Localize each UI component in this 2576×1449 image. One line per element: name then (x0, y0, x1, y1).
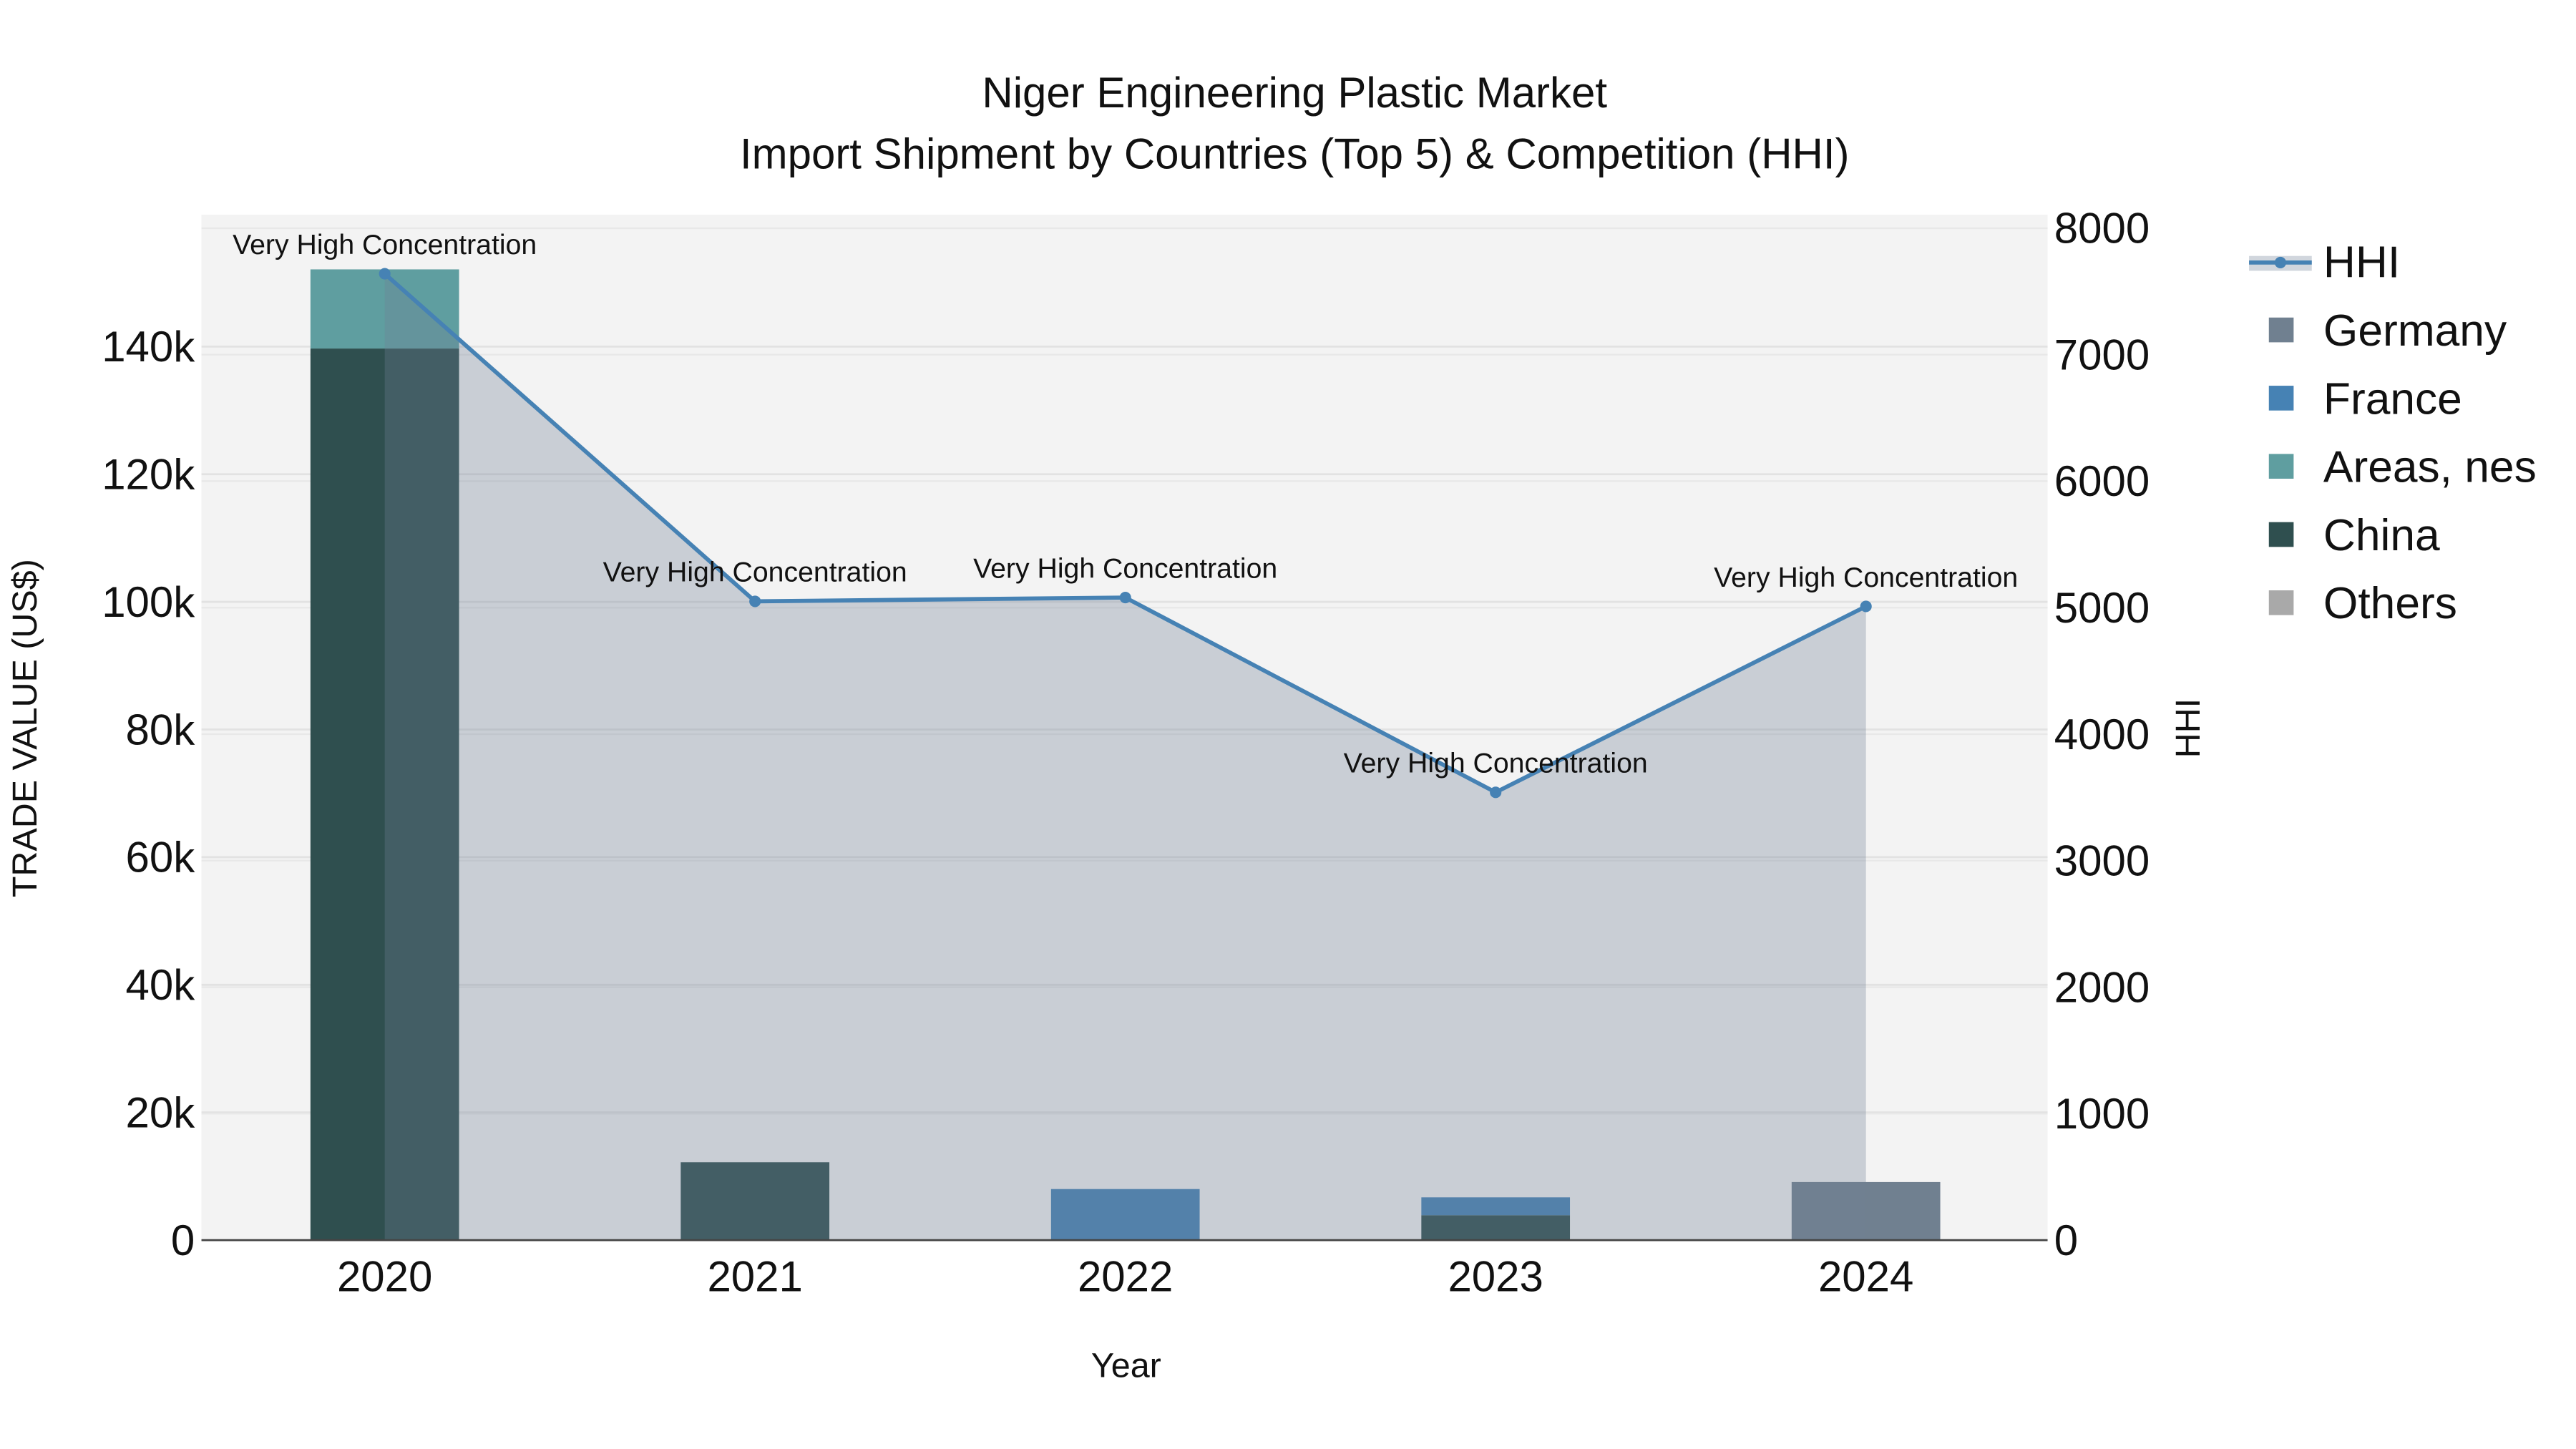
legend-marker-hhi (2274, 256, 2286, 268)
x-tick-label: 2020 (337, 1253, 432, 1301)
y2-tick-label: 3000 (2054, 837, 2150, 885)
hhi-point (749, 595, 761, 608)
x-tick-label: 2022 (1078, 1253, 1173, 1301)
legend-swatch-china (2268, 522, 2294, 547)
legend-label: Germany (2323, 306, 2507, 356)
x-axis-label: Year (1091, 1347, 1161, 1385)
y-tick-label: 120k (102, 451, 195, 499)
hhi-point (1490, 786, 1502, 799)
y2-tick-label: 0 (2054, 1216, 2078, 1264)
y-tick-label: 80k (126, 706, 196, 753)
legend-label: France (2323, 374, 2462, 424)
legend-label: China (2323, 511, 2440, 560)
hhi-annotation: Very High Concentration (1714, 562, 2018, 593)
hhi-point (379, 268, 391, 280)
y2-tick-label: 6000 (2054, 457, 2150, 505)
chart-title: Niger Engineering Plastic Market (982, 69, 1607, 117)
y2-axis-label: HHI (2169, 698, 2207, 758)
legend-swatch-others (2268, 590, 2294, 615)
legend-label: Areas, nes (2323, 443, 2537, 492)
legend-swatch-france (2268, 386, 2294, 411)
hhi-annotation: Very High Concentration (233, 229, 537, 260)
legend: HHI Germany France Areas, nes China Others (2249, 238, 2537, 628)
y-tick-label: 20k (126, 1088, 196, 1136)
legend-label: HHI (2323, 238, 2400, 288)
x-tick-label: 2024 (1818, 1253, 1913, 1301)
chart: Very High Concentration Very High Concent… (6, 69, 2537, 1385)
y2-tick-label: 2000 (2054, 963, 2150, 1011)
y2-tick-label: 4000 (2054, 711, 2150, 758)
x-tick-label: 2021 (707, 1253, 802, 1301)
hhi-annotation: Very High Concentration (1344, 748, 1648, 779)
y-tick-label: 0 (171, 1216, 195, 1264)
y2-tick-label: 7000 (2054, 331, 2150, 379)
legend-swatch-areas-nes (2268, 454, 2294, 479)
y-tick-label: 140k (102, 323, 195, 371)
chart-subtitle: Import Shipment by Countries (Top 5) & C… (740, 130, 1850, 177)
y2-tick-label: 8000 (2054, 205, 2150, 253)
hhi-point (1860, 600, 1872, 613)
y2-tick-label: 1000 (2054, 1090, 2150, 1138)
y-tick-label: 60k (126, 834, 196, 882)
hhi-annotation: Very High Concentration (603, 557, 907, 588)
legend-label: Others (2323, 579, 2457, 628)
y-tick-label: 40k (126, 961, 196, 1009)
hhi-annotation: Very High Concentration (973, 552, 1277, 584)
legend-swatch-germany (2268, 317, 2294, 343)
hhi-point (1119, 592, 1131, 604)
x-tick-label: 2023 (1448, 1253, 1543, 1301)
y-tick-label: 100k (102, 578, 195, 626)
y-axis-label: TRADE VALUE (US$) (6, 559, 44, 897)
y2-tick-label: 5000 (2054, 584, 2150, 632)
